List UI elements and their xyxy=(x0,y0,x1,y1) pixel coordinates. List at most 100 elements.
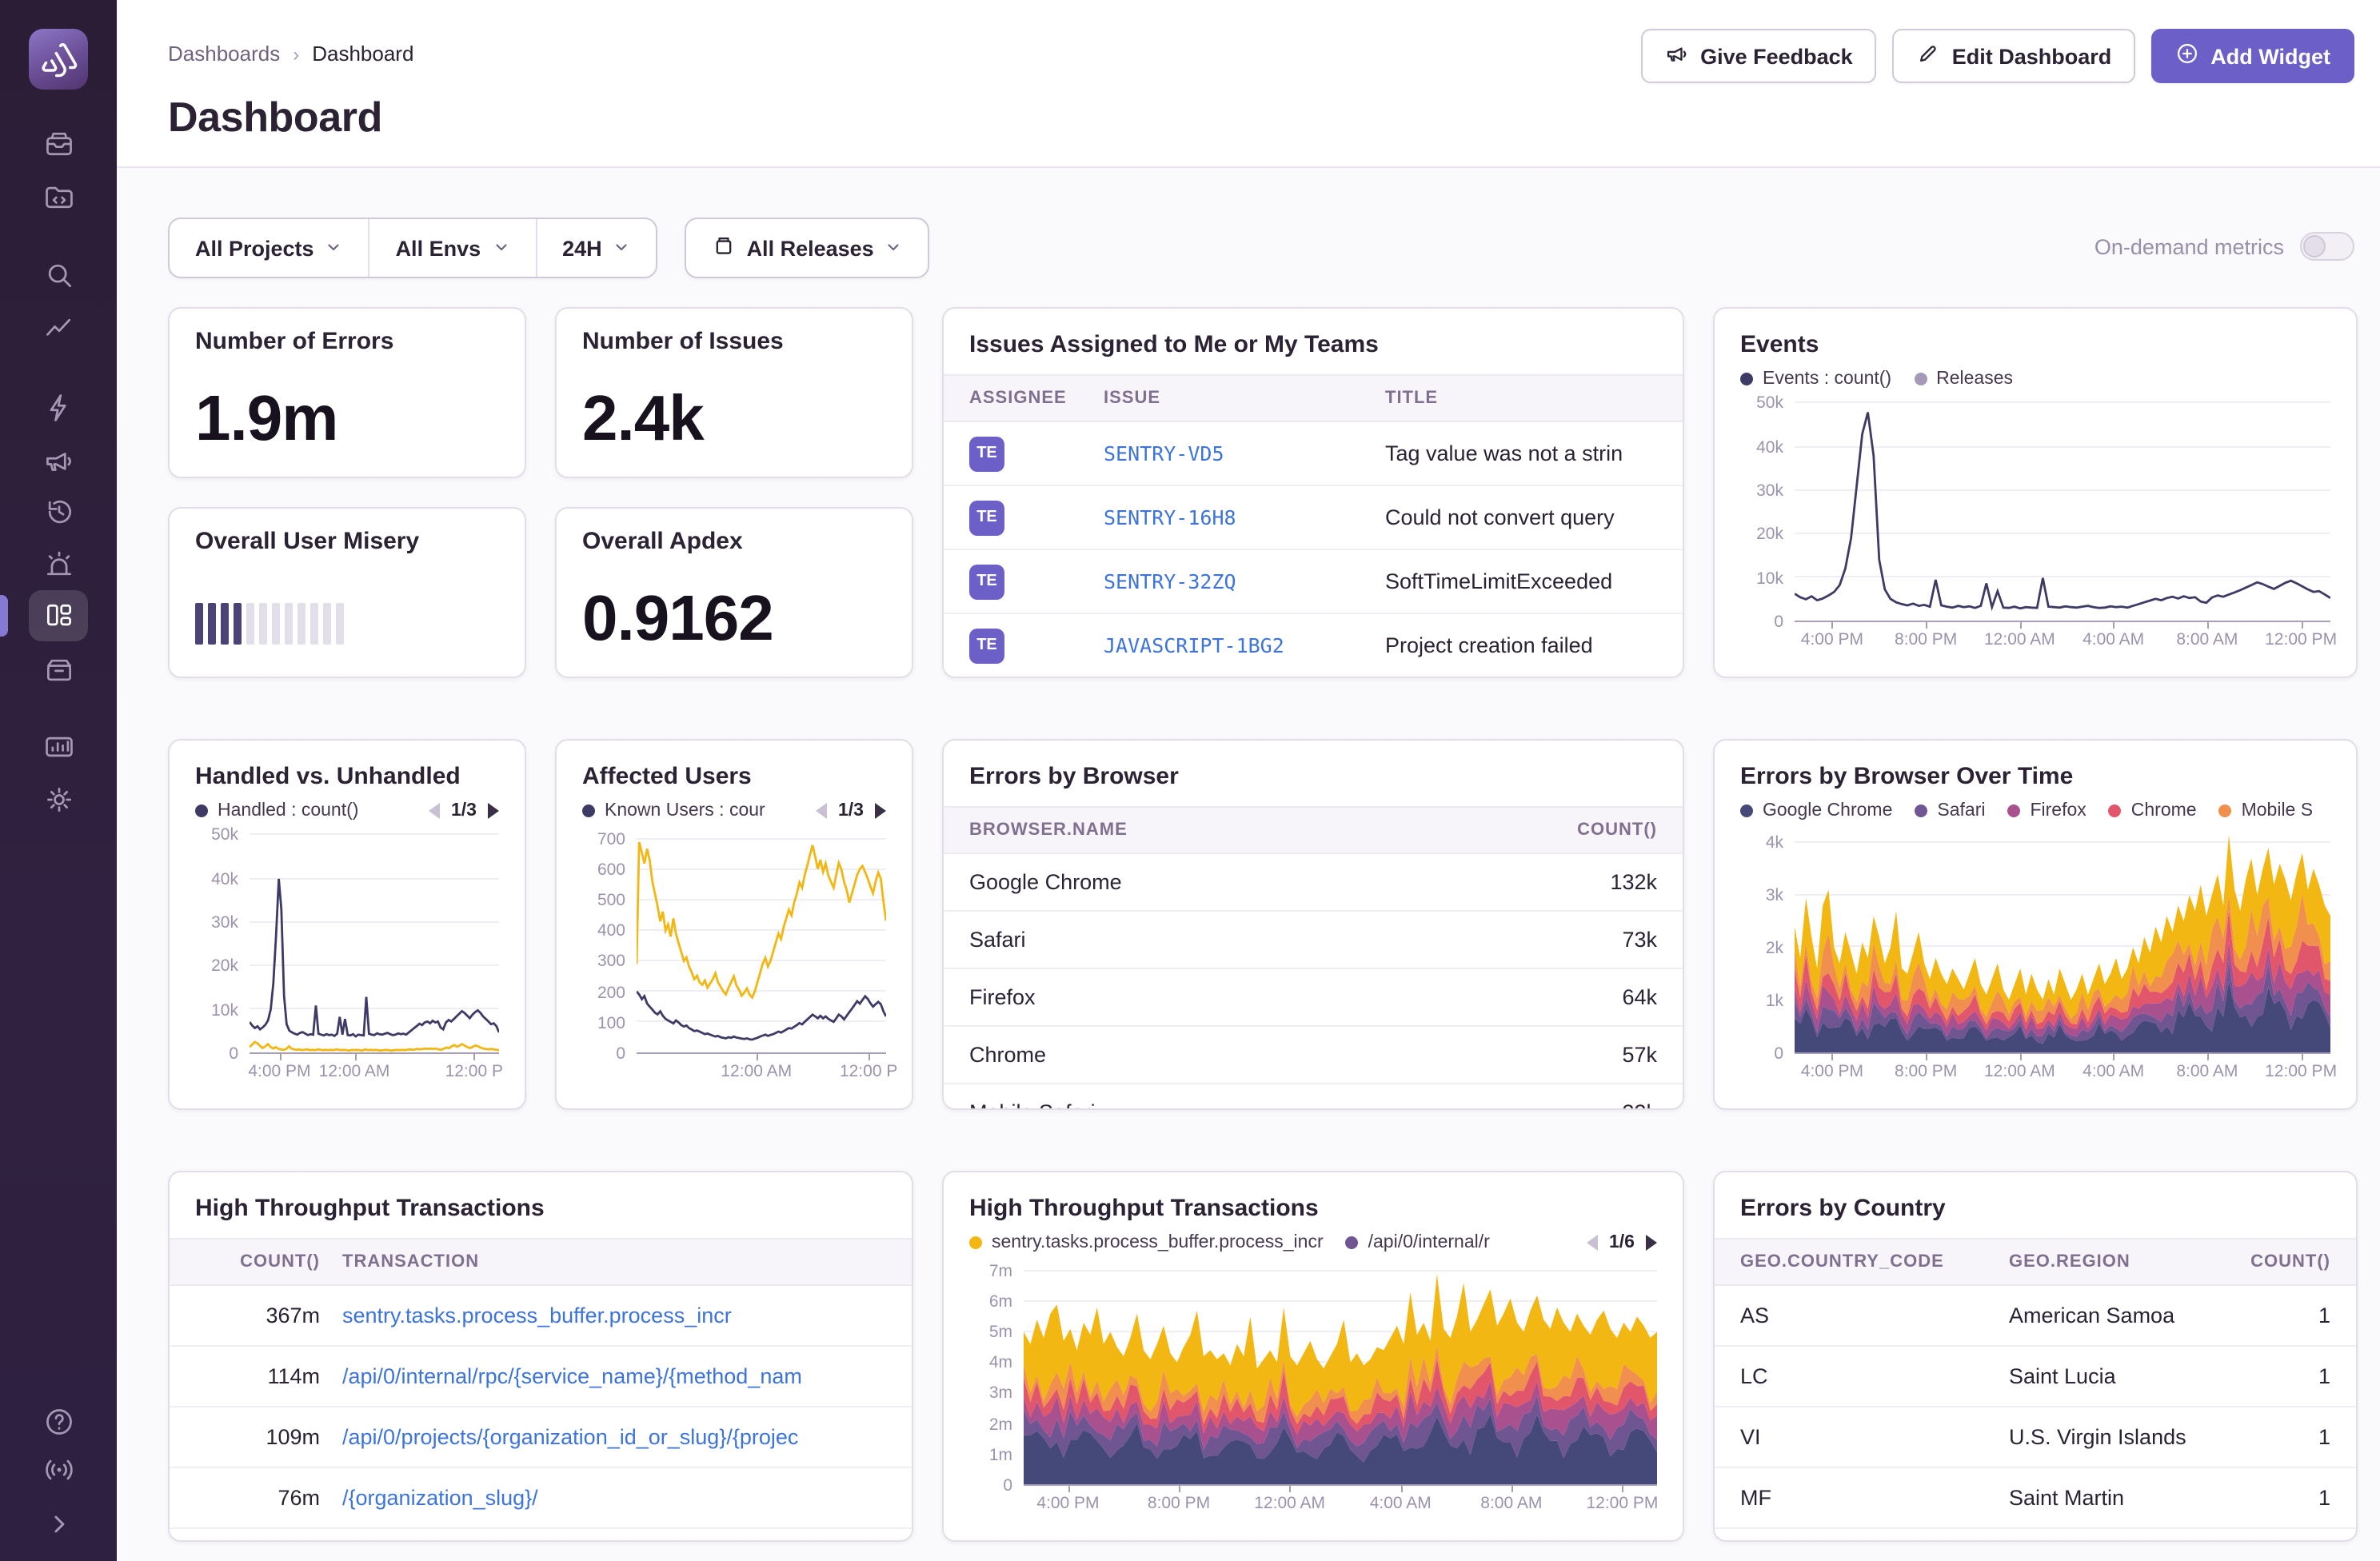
legend-item[interactable]: Firefox xyxy=(2007,801,2086,820)
widget-number-of-errors[interactable]: Number of Errors 1.9m xyxy=(168,307,526,478)
table-row[interactable]: Safari73k xyxy=(944,912,1683,969)
sidebar-item-stats[interactable] xyxy=(29,721,88,773)
issue-title: Could not convert query xyxy=(1385,505,1657,529)
x-axis-labels: 4:00 PM8:00 PM12:00 AM4:00 AM8:00 AM12:0… xyxy=(1024,1486,1657,1518)
legend-item[interactable]: Known Users : cour xyxy=(582,801,765,820)
edit-dashboard-button[interactable]: Edit Dashboard xyxy=(1893,29,2136,83)
releases-filter: All Releases xyxy=(685,218,930,278)
widget-errors-by-country[interactable]: Errors by Country GEO.COUNTRY_CODEGEO.RE… xyxy=(1713,1171,2358,1542)
sidebar-item-broadcasts[interactable] xyxy=(29,1444,88,1495)
sentry-logo[interactable] xyxy=(29,29,88,90)
pager-previous-icon[interactable] xyxy=(1587,1235,1598,1251)
widget-events[interactable]: Events Events : count()Releases 010k20k3… xyxy=(1713,307,2358,678)
transaction-link[interactable]: /api/0/internal/rpc/{service_name}/{meth… xyxy=(342,1364,886,1388)
sidebar-item-performance[interactable] xyxy=(29,304,88,355)
table-row[interactable]: 367msentry.tasks.process_buffer.process_… xyxy=(170,1286,912,1347)
widget-high-throughput-transactions-table[interactable]: High Throughput Transactions COUNT()TRAN… xyxy=(168,1171,913,1542)
sidebar-active-indicator xyxy=(0,595,8,637)
widget-errors-by-browser-over-time[interactable]: Errors by Browser Over Time Google Chrom… xyxy=(1713,739,2358,1110)
widget-number-of-issues[interactable]: Number of Issues 2.4k xyxy=(555,307,913,478)
add-widget-button[interactable]: Add Widget xyxy=(2151,29,2354,83)
widget-overall-user-misery[interactable]: Overall User Misery xyxy=(168,507,526,678)
legend-item[interactable]: sentry.tasks.process_buffer.process_incr xyxy=(969,1233,1324,1252)
table-row[interactable]: TESENTRY-VD5Tag value was not a strin xyxy=(944,422,1683,486)
assignee-avatar: TE xyxy=(969,436,1004,471)
legend-dot-icon xyxy=(582,804,595,817)
pager-previous-icon[interactable] xyxy=(429,803,440,819)
give-feedback-button[interactable]: Give Feedback xyxy=(1641,29,1877,83)
widget-issues-assigned[interactable]: Issues Assigned to Me or My Teams ASSIGN… xyxy=(942,307,1684,678)
widget-high-throughput-transactions-chart[interactable]: High Throughput Transactions sentry.task… xyxy=(942,1171,1684,1542)
misery-bar-segment xyxy=(221,603,229,645)
date-range-filter-dropdown[interactable]: 24H xyxy=(535,219,657,277)
environment-filter-dropdown[interactable]: All Envs xyxy=(369,219,536,277)
misery-bar-segment xyxy=(195,603,203,645)
widget-affected-users[interactable]: Affected Users Known Users : cour1/3 010… xyxy=(555,739,913,1110)
folder-code-icon xyxy=(42,181,74,213)
project-filter-dropdown[interactable]: All Projects xyxy=(170,219,369,277)
transaction-link[interactable]: sentry.tasks.process_buffer.process_incr xyxy=(342,1303,886,1327)
releases-filter-dropdown[interactable]: All Releases xyxy=(686,219,928,277)
legend-pager: 1/3 xyxy=(816,801,886,820)
legend-dot-icon xyxy=(1915,804,1927,817)
pager-next-icon[interactable] xyxy=(1646,1235,1657,1251)
breadcrumb-dashboards-link[interactable]: Dashboards xyxy=(168,42,280,66)
issue-link[interactable]: SENTRY-VD5 xyxy=(1104,441,1385,465)
widget-handled-vs-unhandled[interactable]: Handled vs. Unhandled Handled : count()1… xyxy=(168,739,526,1110)
legend-item[interactable]: Events : count() xyxy=(1740,369,1891,389)
widget-errors-by-browser[interactable]: Errors by Browser BROWSER.NAMECOUNT()Goo… xyxy=(942,739,1684,1110)
pager-next-icon[interactable] xyxy=(875,803,886,819)
widget-title: Events xyxy=(1740,331,2330,358)
sidebar-item-collapse[interactable] xyxy=(29,1499,88,1550)
issue-link[interactable]: JAVASCRIPT-1BG2 xyxy=(1104,633,1385,657)
table-row[interactable]: Google Chrome132k xyxy=(944,854,1683,912)
table-row[interactable]: TEJAVASCRIPT-1BG2Project creation failed xyxy=(944,614,1683,678)
table-row[interactable]: MFSaint Martin1 xyxy=(1715,1468,2356,1529)
sidebar-item-projects[interactable] xyxy=(29,171,88,222)
legend-item[interactable]: Chrome xyxy=(2109,801,2197,820)
widget-title: Errors by Browser Over Time xyxy=(1740,763,2330,790)
transaction-link[interactable]: /api/0/projects/{organization_id_or_slug… xyxy=(342,1425,886,1449)
table-row[interactable]: 76m/{organization_slug}/ xyxy=(170,1468,912,1529)
issue-link[interactable]: SENTRY-16H8 xyxy=(1104,505,1385,529)
sidebar-item-issues[interactable] xyxy=(29,118,88,170)
table-row[interactable]: TESENTRY-32ZQSoftTimeLimitExceeded xyxy=(944,550,1683,614)
x-axis-labels: 4:00 PM8:00 PM12:00 AM4:00 AM8:00 AM12:0… xyxy=(1795,1054,2330,1086)
table-row[interactable]: 109m/api/0/projects/{organization_id_or_… xyxy=(170,1407,912,1468)
transaction-link[interactable]: /{organization_slug}/ xyxy=(342,1486,886,1510)
broadcast-icon xyxy=(42,1454,74,1486)
table-row[interactable]: LCSaint Lucia1 xyxy=(1715,1347,2356,1407)
widget-title: Overall Apdex xyxy=(582,528,886,555)
table-row[interactable]: TESENTRY-16H8Could not convert query xyxy=(944,486,1683,550)
table-row[interactable]: VIU.S. Virgin Islands1 xyxy=(1715,1407,2356,1468)
table-row[interactable]: 114m/api/0/internal/rpc/{service_name}/{… xyxy=(170,1347,912,1407)
sidebar-item-releases[interactable] xyxy=(29,645,88,696)
sidebar-item-help[interactable] xyxy=(29,1396,88,1447)
sidebar-item-explore[interactable] xyxy=(29,250,88,301)
sidebar-item-replays[interactable] xyxy=(29,486,88,537)
legend-item[interactable]: Safari xyxy=(1915,801,1985,820)
table-row[interactable]: ASAmerican Samoa1 xyxy=(1715,1286,2356,1347)
legend-item[interactable]: Releases xyxy=(1914,369,2013,389)
ondemand-metrics-toggle[interactable] xyxy=(2300,232,2354,261)
issue-link[interactable]: SENTRY-32ZQ xyxy=(1104,569,1385,593)
table-row[interactable]: Chrome57k xyxy=(944,1027,1683,1084)
legend-item[interactable]: Mobile S xyxy=(2219,801,2314,820)
sidebar-item-feedback[interactable] xyxy=(29,435,88,486)
pager-next-icon[interactable] xyxy=(488,803,499,819)
legend-dot-icon xyxy=(195,804,208,817)
pager-previous-icon[interactable] xyxy=(816,803,827,819)
legend-item[interactable]: /api/0/internal/r xyxy=(1346,1233,1490,1252)
legend-item[interactable]: Handled : count() xyxy=(195,801,358,820)
megaphone-icon xyxy=(1665,42,1689,70)
legend-item[interactable]: Google Chrome xyxy=(1740,801,1892,820)
legend-dot-icon xyxy=(2109,804,2122,817)
sidebar-item-starred[interactable] xyxy=(29,382,88,433)
table-row[interactable]: Mobile Safari33k xyxy=(944,1084,1683,1110)
widget-overall-apdex[interactable]: Overall Apdex 0.9162 xyxy=(555,507,913,678)
sidebar-item-settings[interactable] xyxy=(29,774,88,825)
sidebar-item-alerts[interactable] xyxy=(29,539,88,590)
table-row[interactable]: Firefox64k xyxy=(944,969,1683,1027)
sidebar-item-dashboards[interactable] xyxy=(29,590,88,641)
page-title: Dashboard xyxy=(168,93,382,142)
